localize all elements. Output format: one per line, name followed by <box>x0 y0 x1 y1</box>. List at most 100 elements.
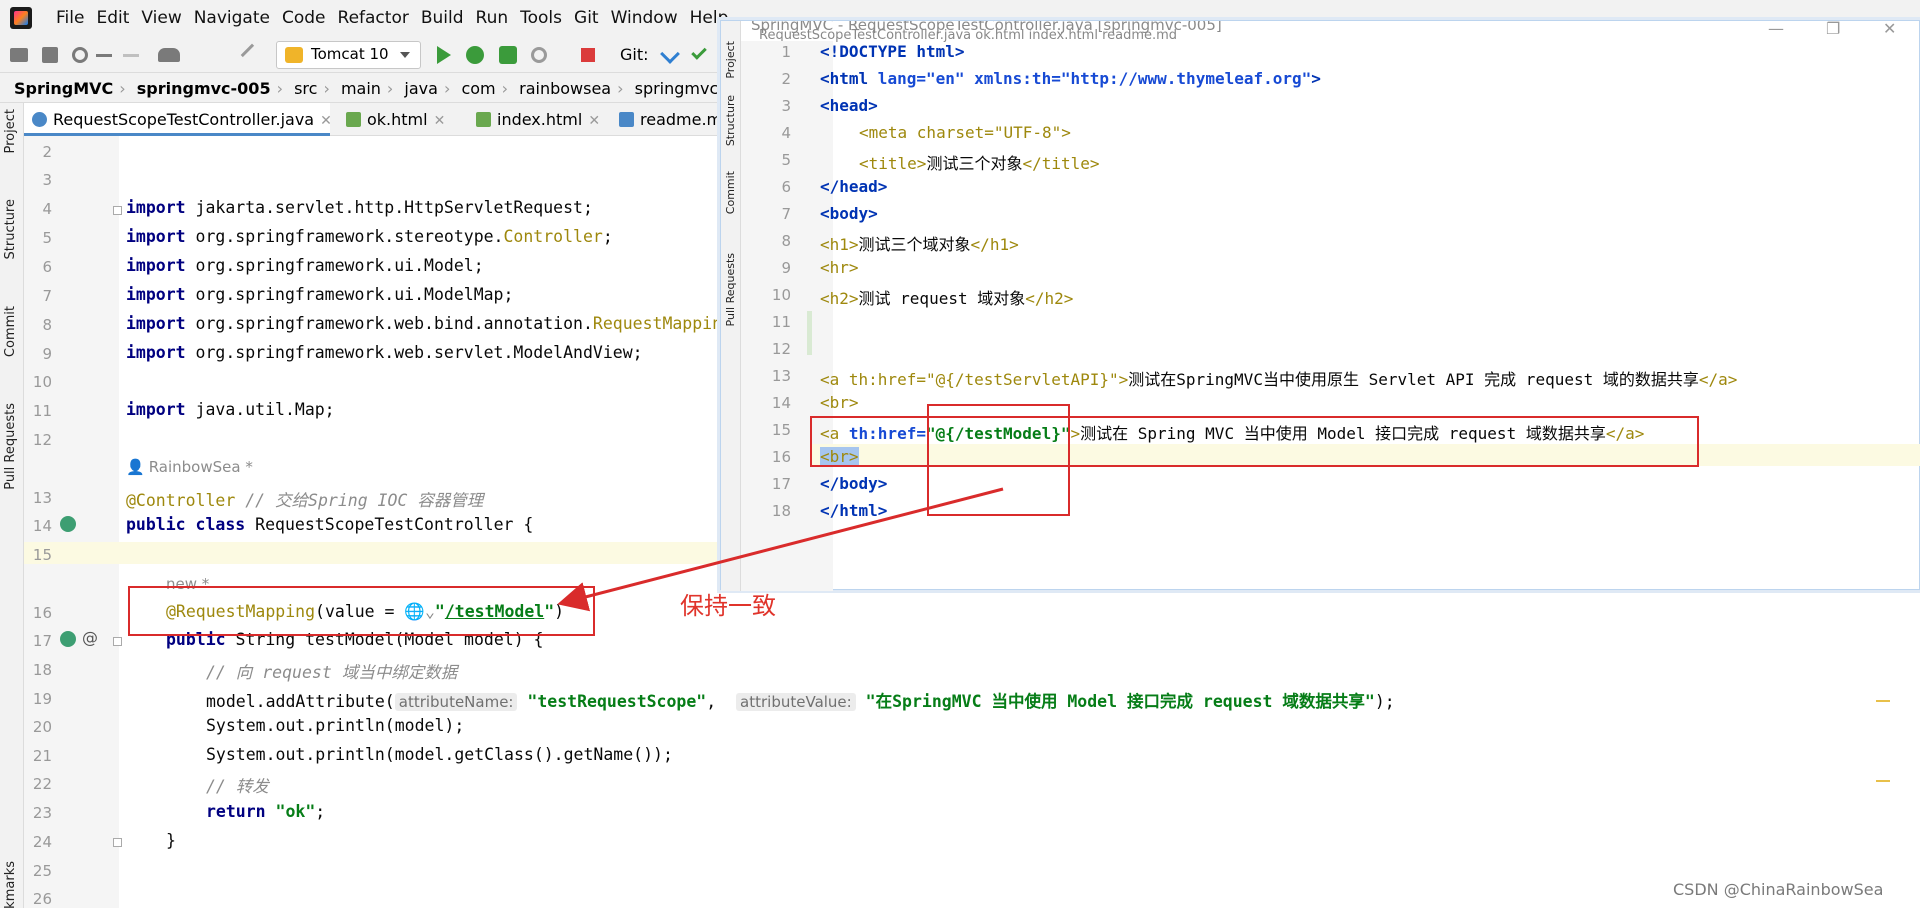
tool-commit[interactable]: Commit <box>3 306 18 357</box>
breadcrumb-item[interactable]: springmvc-005 <box>137 79 271 98</box>
menu-window[interactable]: Window <box>611 8 686 28</box>
breadcrumb-item[interactable]: java <box>404 79 438 98</box>
menu-tools[interactable]: Tools <box>520 8 570 28</box>
line-number: 3 <box>42 171 52 189</box>
line-number: 11 <box>771 313 791 331</box>
code-line: <!DOCTYPE html> <box>820 42 965 61</box>
git-update-icon[interactable] <box>660 44 680 64</box>
menu-run[interactable]: Run <box>476 8 517 28</box>
code-line: // 转发 <box>206 773 269 797</box>
breadcrumb-item[interactable]: src <box>294 79 317 98</box>
tab-ok-html[interactable]: ok.html ✕ <box>338 103 458 136</box>
vcs-change-bar <box>807 311 812 355</box>
java-class-icon <box>32 112 47 127</box>
run-configuration-select[interactable]: Tomcat 10 <box>276 41 421 69</box>
breadcrumb-item[interactable]: rainbowsea <box>519 79 611 98</box>
line-number: 17 <box>32 632 52 650</box>
breadcrumb-item[interactable]: springmvc <box>635 79 719 98</box>
fold-marker-icon[interactable] <box>113 206 122 215</box>
overlay-editor-window: SpringMVC - RequestScopeTestController.j… <box>720 20 1920 591</box>
tool-pull-requests[interactable]: Pull Requests <box>3 403 18 490</box>
line-number: 7 <box>781 205 791 223</box>
fold-marker-icon[interactable] <box>113 637 122 646</box>
menu-build[interactable]: Build <box>421 8 472 28</box>
debug-icon[interactable] <box>466 46 484 64</box>
open-folder-icon[interactable] <box>10 48 28 62</box>
bean-icon[interactable] <box>60 631 76 647</box>
menu-navigate[interactable]: Navigate <box>194 8 278 28</box>
line-number: 5 <box>781 151 791 169</box>
h2-text: 测试 request 域对象 <box>858 289 1026 308</box>
code-line: <hr> <box>820 258 859 277</box>
fold-marker-icon[interactable] <box>113 838 122 847</box>
tab-requestscopetestcontroller[interactable]: RequestScopeTestController.java ✕ <box>24 103 332 136</box>
code-line: <h2>测试 request 域对象</h2> <box>820 285 1073 309</box>
breadcrumb-item[interactable]: main <box>341 79 381 98</box>
comment: // 转发 <box>206 777 269 796</box>
punct: ; <box>503 285 514 304</box>
title-text: 测试三个对象 <box>926 154 1023 173</box>
line-number: 17 <box>771 475 791 493</box>
line-number: 12 <box>771 340 791 358</box>
line-number: 6 <box>42 258 52 276</box>
minimize-icon[interactable]: — <box>1768 21 1784 38</box>
maximize-icon[interactable]: ❐ <box>1826 21 1840 38</box>
tab-label: RequestScopeTestController.java <box>53 110 315 129</box>
tool-pull-requests[interactable]: Pull Requests <box>724 253 737 326</box>
tool-project[interactable]: Project <box>724 41 737 79</box>
coverage-icon[interactable] <box>499 46 517 64</box>
breadcrumb-item[interactable]: com <box>461 79 495 98</box>
tool-window-strip: Project Structure Commit Pull Requests k… <box>0 103 24 908</box>
forward-icon[interactable] <box>123 54 139 57</box>
breadcrumb-item[interactable]: SpringMVC <box>14 79 113 98</box>
git-commit-icon[interactable] <box>691 44 707 60</box>
close-window-icon[interactable]: ✕ <box>1883 21 1896 38</box>
line-number: 14 <box>771 394 791 412</box>
code-line: public class RequestScopeTestController … <box>126 515 533 534</box>
code-line: <br> <box>820 393 859 412</box>
menu-refactor[interactable]: Refactor <box>338 8 417 28</box>
tab-readme-md[interactable]: readme.md <box>611 103 732 136</box>
close-icon[interactable]: ✕ <box>434 113 446 129</box>
line-number: 6 <box>781 178 791 196</box>
sync-icon[interactable] <box>72 47 88 63</box>
line-number: 8 <box>781 232 791 250</box>
tool-project[interactable]: Project <box>3 109 18 153</box>
menu-code[interactable]: Code <box>282 8 334 28</box>
annotation-at-icon[interactable]: @ <box>82 628 98 647</box>
close-icon[interactable]: ✕ <box>320 113 332 129</box>
back-icon[interactable] <box>96 54 112 57</box>
tool-bookmarks[interactable]: kmarks <box>3 861 18 908</box>
string-literal: "ok" <box>275 802 316 821</box>
save-icon[interactable] <box>42 47 58 63</box>
line-number: 16 <box>32 604 52 622</box>
warning-marker[interactable] <box>1876 700 1890 702</box>
profile-icon[interactable] <box>531 47 547 63</box>
code-line: import org.springframework.stereotype.Co… <box>126 227 613 246</box>
line-number: 23 <box>32 804 52 822</box>
h1-text: 测试三个域对象 <box>858 235 971 254</box>
menu-edit[interactable]: Edit <box>96 8 137 28</box>
code-line: import org.springframework.ui.Model; <box>126 256 484 275</box>
tab-index-html[interactable]: index.html ✕ <box>468 103 601 136</box>
tool-commit[interactable]: Commit <box>724 171 737 214</box>
menu-file[interactable]: File <box>56 8 92 28</box>
import-path: org.springframework.web.servlet.ModelAnd… <box>195 343 633 362</box>
menu-git[interactable]: Git <box>574 8 607 28</box>
user-settings-icon[interactable] <box>158 48 180 62</box>
menu-view[interactable]: View <box>141 8 189 28</box>
line-number: 10 <box>771 286 791 304</box>
close-icon[interactable]: ✕ <box>588 113 600 129</box>
code-text: System.out.println(model.getClass().getN… <box>206 745 673 764</box>
tool-structure[interactable]: Structure <box>724 95 737 146</box>
line-number: 2 <box>42 143 52 161</box>
stop-icon[interactable] <box>581 48 595 62</box>
code-line: model.addAttribute(attributeName: "testR… <box>206 692 1395 711</box>
import-class: RequestMappin <box>592 314 723 333</box>
bean-icon[interactable] <box>60 516 76 532</box>
build-hammer-icon[interactable] <box>240 43 264 67</box>
tool-structure[interactable]: Structure <box>3 199 18 259</box>
warning-marker[interactable] <box>1876 780 1890 782</box>
author-hint[interactable]: 👤 RainbowSea * <box>126 457 253 476</box>
run-icon[interactable] <box>437 46 451 64</box>
